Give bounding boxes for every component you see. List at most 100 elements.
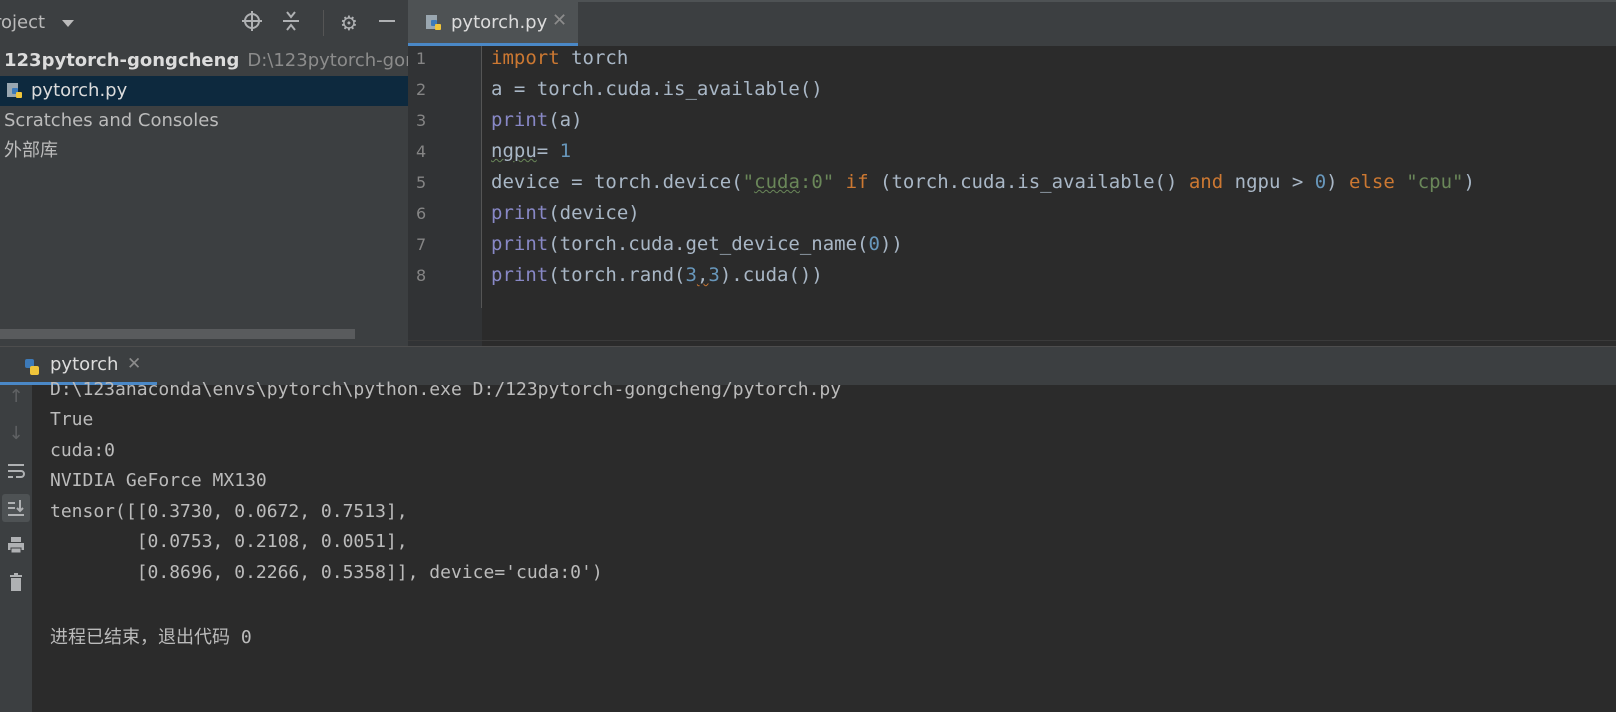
builtin: print [491,264,549,286]
console-line: D:\123anaconda\envs\pytorch\python.exe D… [50,379,842,400]
python-file-icon [7,83,22,98]
editor-tab-bar: pytorch.py ✕ [408,0,1616,46]
line-number: 6 [416,204,427,223]
code-line-3: print(a) [491,109,583,131]
line-number: 2 [416,80,427,99]
tree-item-external-libraries[interactable]: 外部库 [0,136,408,166]
code-line-6: print(device) [491,202,640,224]
minimize-icon[interactable] [374,10,400,36]
tree-item-scratches[interactable]: Scratches and Consoles [0,106,408,136]
horizontal-scrollbar[interactable] [0,329,355,339]
number: 3 [708,264,720,286]
up-arrow-icon[interactable]: ↑ [2,383,30,411]
python-file-icon [426,15,441,30]
line-number: 4 [416,142,427,161]
console-line: [0.0753, 0.2108, 0.0051], [50,531,408,552]
code-text: (torch.rand( [548,264,686,286]
console-line: [0.8696, 0.2266, 0.5358]], device='cuda:… [50,562,603,583]
number: 0 [1314,171,1327,193]
string: :0" [799,171,835,193]
code-text: = [536,140,560,162]
string: "cpu" [1406,171,1464,193]
root-folder-name: 123pytorch-gongcheng [4,50,240,71]
code-text: torch [559,47,629,69]
code-text: (torch.cuda.get_device_name( [548,233,869,255]
code-text: , [696,264,709,286]
console-exit-line: 进程已结束，退出代码 0 [50,627,252,648]
external-libraries-label: 外部库 [4,140,58,161]
line-number: 1 [416,49,427,68]
python-icon [25,359,39,375]
keyword: else [1349,171,1395,193]
string: " [742,171,755,193]
run-console[interactable]: D:\123anaconda\envs\pytorch\python.exe D… [32,379,1616,712]
run-tab-label: pytorch [50,354,119,375]
run-toolbar: ↑ ↓ [0,385,32,712]
code-text: ngpu [491,140,537,162]
code-text: ngpu > [1223,171,1315,193]
scratches-label: Scratches and Consoles [4,110,219,131]
scroll-to-end-icon[interactable] [2,494,30,522]
header-divider [323,10,324,36]
tree-item-root[interactable]: 123pytorch-gongcheng D:\123pytorch-gongch… [0,46,408,76]
number: 0 [868,233,880,255]
line-number-gutter: 1 2 3 4 5 6 7 8 [408,46,482,346]
keyword: and [1188,171,1224,193]
project-title[interactable]: roject [0,12,45,33]
number: 3 [685,264,697,286]
close-icon[interactable]: ✕ [552,10,567,31]
code-text: ) [1326,171,1350,193]
builtin: print [491,233,549,255]
gutter-border [481,46,482,308]
code-text: )) [879,233,903,255]
line-number: 8 [416,266,427,285]
editor-bottom-border [408,340,1616,341]
keyword: if [845,171,869,193]
code-editor[interactable]: 1 2 3 4 5 6 7 8 import torch a = torch.c… [408,46,1616,346]
trash-icon[interactable] [2,568,30,596]
console-line: NVIDIA GeForce MX130 [50,470,267,491]
collapse-icon[interactable] [278,10,304,36]
line-number: 5 [416,173,427,192]
number: 1 [559,140,572,162]
code-line-4: ngpu= 1 [491,140,571,162]
string: cuda [754,171,800,193]
builtin: print [491,202,549,224]
code-line-1: import torch [491,47,628,69]
project-header: roject ⚙ [0,0,408,46]
keyword: import [491,47,560,69]
gear-icon[interactable]: ⚙ [336,10,362,36]
code-line-7: print(torch.cuda.get_device_name(0)) [491,233,903,255]
project-pane: roject ⚙ 123pytorch-gongcheng D:\123pytor… [0,0,408,346]
tree-item-pytorch-file[interactable]: pytorch.py [0,76,408,106]
project-tree: 123pytorch-gongcheng D:\123pytorch-gongch… [0,46,408,166]
print-icon[interactable] [2,531,30,559]
console-line: tensor([[0.3730, 0.0672, 0.7513], [50,501,408,522]
code-line-2: a = torch.cuda.is_available() [491,78,823,100]
code-text: ).cuda()) [719,264,823,286]
code-text: a = torch.cuda.is_available() [491,78,823,100]
code-line-5: device = torch.device("cuda:0" if (torch… [491,171,1475,193]
line-number: 7 [416,235,427,254]
code-text: ) [1463,171,1475,193]
line-number: 3 [416,111,427,130]
console-line: True [50,409,94,430]
close-icon[interactable]: ✕ [127,354,141,374]
code-line-8: print(torch.rand(3,3).cuda()) [491,264,823,286]
locate-icon[interactable] [239,10,265,36]
tab-label: pytorch.py [451,12,548,33]
code-text: (a) [548,109,583,131]
code-text: (device) [548,202,640,224]
down-arrow-icon[interactable]: ↓ [2,420,30,448]
chevron-down-icon[interactable] [62,20,74,27]
soft-wrap-icon[interactable] [2,457,30,485]
code-text: device = torch.device( [491,171,743,193]
builtin: print [491,109,549,131]
file-name: pytorch.py [31,80,128,101]
code-text: (torch.cuda.is_available() [868,171,1189,193]
console-line: cuda:0 [50,440,116,461]
tab-pytorch-py[interactable]: pytorch.py ✕ [408,2,578,46]
root-folder-path: D:\123pytorch-gongcheng [247,50,408,71]
